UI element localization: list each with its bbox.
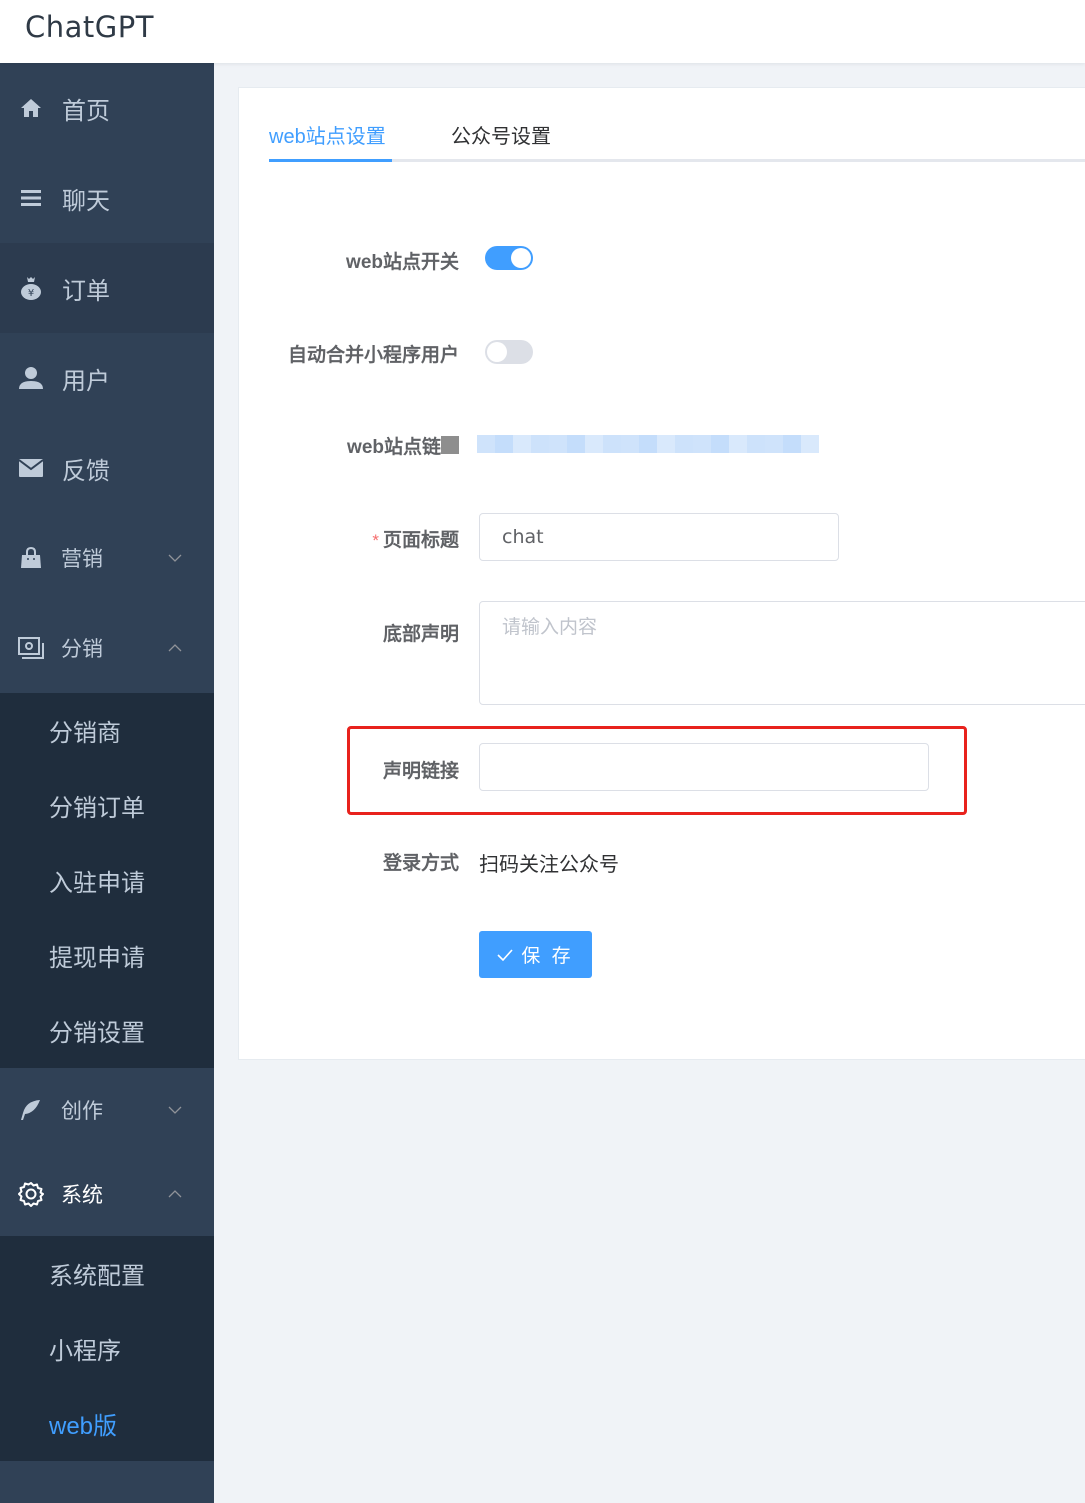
tab-official-account-settings[interactable]: 公众号设置: [451, 120, 551, 149]
login-method-value: 扫码关注公众号: [479, 854, 619, 876]
user-icon: [18, 365, 44, 391]
feather-icon: [18, 1097, 44, 1123]
page-title-input[interactable]: chat: [479, 513, 839, 561]
site-link-value-redacted: [477, 435, 819, 453]
required-asterisk: *: [372, 531, 379, 550]
sidebar-subitem-distribution-settings[interactable]: 分销设置: [0, 993, 214, 1068]
switch-knob: [487, 342, 507, 362]
sidebar-item-orders[interactable]: ¥ 订单: [0, 243, 214, 333]
merge-users-toggle[interactable]: [485, 340, 533, 364]
site-switch-toggle[interactable]: [485, 246, 533, 270]
tab-bar: web站点设置 公众号设置: [269, 114, 1085, 162]
page-title-label: * 页面标题: [372, 525, 459, 552]
sidebar-item-chat[interactable]: 聊天: [0, 153, 214, 243]
home-icon: [18, 95, 44, 121]
sidebar-subitem-distribution-orders[interactable]: 分销订单: [0, 768, 214, 843]
sidebar-group-label: 创作: [61, 1100, 103, 1123]
sidebar-item-home[interactable]: 首页: [0, 63, 214, 153]
sidebar-group-label: 分销: [61, 638, 103, 661]
login-method-label: 登录方式: [382, 853, 459, 874]
money-bag-icon: ¥: [18, 275, 44, 301]
sidebar-item-users[interactable]: 用户: [0, 333, 214, 423]
sidebar-group-label: 系统: [61, 1184, 103, 1207]
sidebar-item-label: 首页: [62, 97, 110, 125]
page-title-label-text: 页面标题: [382, 530, 459, 551]
sidebar-subitem-join-requests[interactable]: 入驻申请: [0, 843, 214, 918]
mail-icon: [18, 455, 44, 481]
sidebar-item-feedback[interactable]: 反馈: [0, 423, 214, 513]
sidebar-subitem-system-config[interactable]: 系统配置: [0, 1236, 214, 1311]
footer-statement-label: 底部声明: [382, 624, 459, 645]
settings-card: web站点设置 公众号设置 web站点开关 自动合并小程序用户 web站点链 *…: [238, 87, 1085, 1060]
tab-active-indicator: [269, 159, 392, 162]
chevron-down-icon: [168, 1106, 182, 1114]
app-logo: ChatGPT: [25, 10, 154, 44]
tab-web-site-settings[interactable]: web站点设置: [269, 120, 386, 149]
switch-knob: [511, 248, 531, 268]
sidebar-group-system[interactable]: 系统: [0, 1152, 214, 1236]
save-button[interactable]: 保 存: [479, 931, 592, 978]
footer-statement-textarea[interactable]: 请输入内容: [479, 601, 1085, 705]
chevron-up-icon: [168, 1190, 182, 1198]
redacted-block: [441, 436, 459, 454]
photo-stack-icon: [18, 635, 44, 661]
list-icon: [18, 185, 44, 211]
top-bar: ChatGPT: [0, 0, 1085, 63]
sidebar-group-marketing[interactable]: 营销: [0, 513, 214, 603]
sidebar-subitem-mini-program[interactable]: 小程序: [0, 1311, 214, 1386]
chevron-up-icon: [168, 644, 182, 652]
sidebar-item-label: 反馈: [62, 457, 110, 485]
statement-link-label: 声明链接: [382, 761, 459, 782]
check-icon: [497, 948, 513, 961]
sidebar-group-label: 营销: [61, 548, 103, 571]
merge-users-label: 自动合并小程序用户: [287, 345, 459, 366]
sidebar-item-label: 聊天: [62, 187, 110, 215]
save-button-label: 保 存: [521, 946, 574, 967]
sidebar-group-creation[interactable]: 创作: [0, 1068, 214, 1152]
sidebar-group-distribution[interactable]: 分销: [0, 603, 214, 693]
sidebar-item-label: 用户: [62, 367, 110, 395]
sidebar-subitem-web-version[interactable]: web版: [0, 1386, 214, 1461]
submenu-distribution: 分销商 分销订单 入驻申请 提现申请 分销设置: [0, 693, 214, 1068]
submenu-system: 系统配置 小程序 web版: [0, 1236, 214, 1461]
statement-link-input[interactable]: [479, 743, 929, 791]
svg-text:¥: ¥: [28, 288, 34, 299]
sidebar-subitem-withdraw-requests[interactable]: 提现申请: [0, 918, 214, 993]
chevron-down-icon: [168, 554, 182, 562]
shopping-bag-icon: [18, 545, 44, 571]
sidebar-item-label: 订单: [62, 277, 110, 305]
sidebar-subitem-distributors[interactable]: 分销商: [0, 693, 214, 768]
site-link-label: web站点链: [347, 437, 441, 458]
site-switch-label: web站点开关: [346, 252, 459, 273]
gear-icon: [18, 1181, 44, 1207]
sidebar: 首页 聊天 ¥ 订单 用户 反馈 营销 分销 分销商 分销订单 入驻申请 提现申…: [0, 63, 214, 1503]
